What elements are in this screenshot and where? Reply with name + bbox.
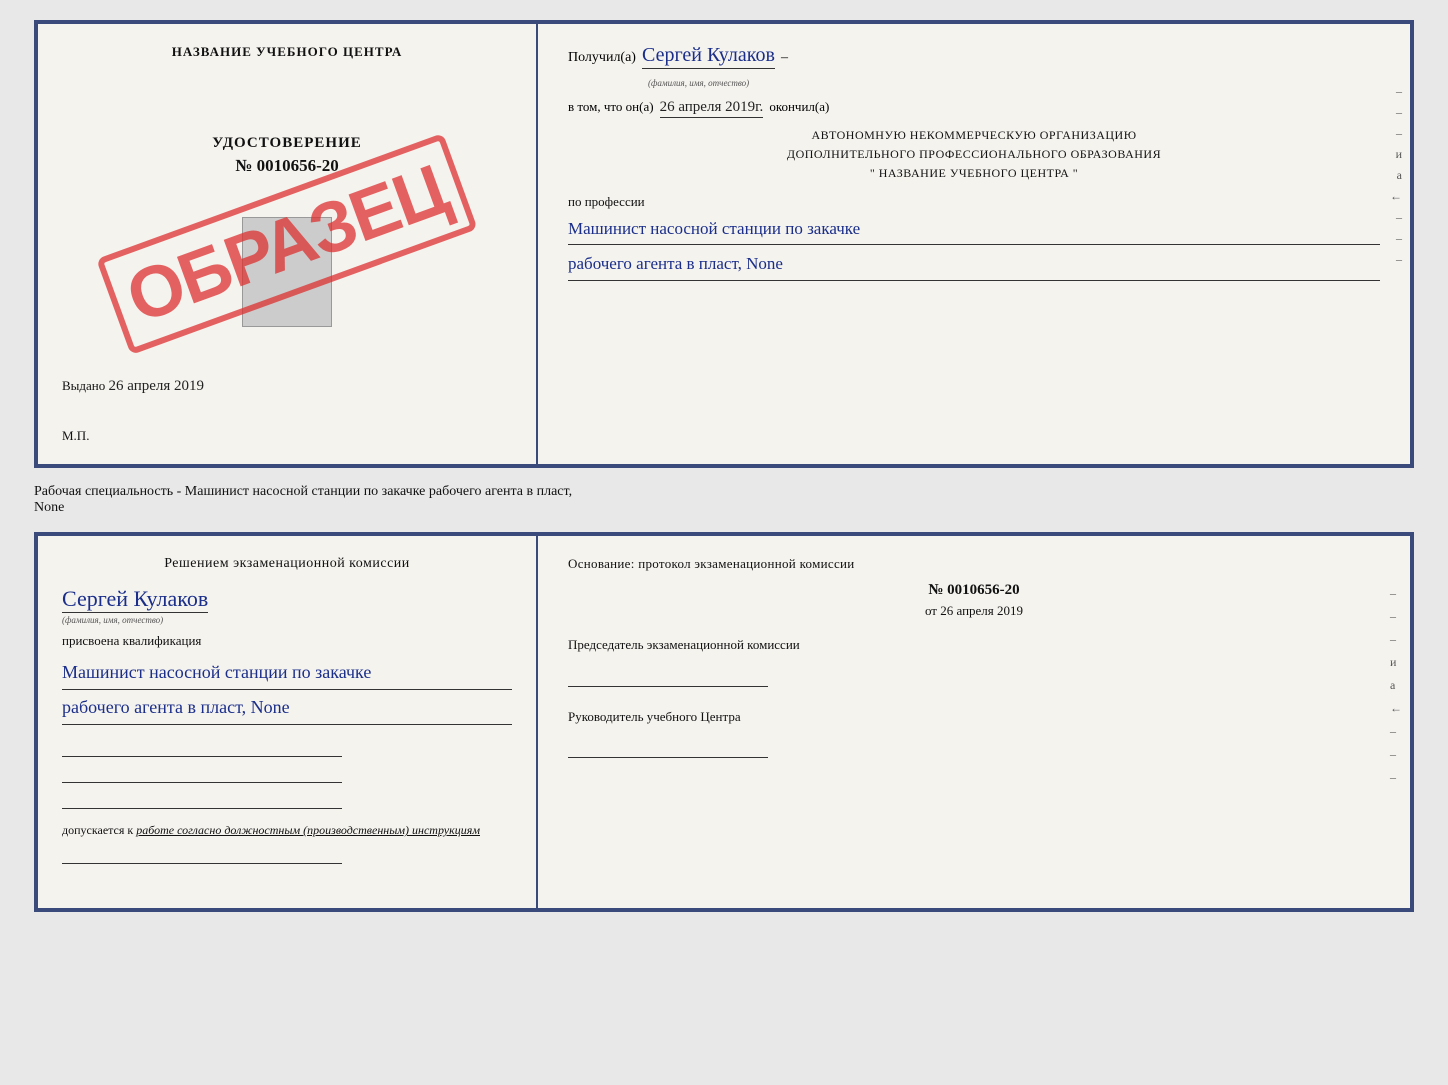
poluchil-sub: (фамилия, имя, отчество): [648, 78, 749, 88]
protokol-date: от 26 апреля 2019: [568, 603, 1380, 619]
org-line2: ДОПОЛНИТЕЛЬНОГО ПРОФЕССИОНАЛЬНОГО ОБРАЗО…: [568, 145, 1380, 164]
b-dash-r4: –: [1390, 724, 1402, 739]
dash-r4: –: [1396, 210, 1402, 225]
po-professii: по профессии: [568, 194, 1380, 210]
top-doc-right: – – – и а ← – – – Получил(а) Сергей Кула…: [538, 24, 1410, 464]
kvalif-hand-2: рабочего агента в пласт, None: [62, 690, 512, 725]
vtom-date: 26 апреля 2019г.: [660, 99, 764, 118]
b-dash-r-a: а: [1390, 678, 1402, 693]
b-dash-r5: –: [1390, 747, 1402, 762]
dash-r2: –: [1396, 105, 1402, 120]
dopusk-label: допускается к: [62, 823, 133, 837]
right-dashes: – – – и а ← – – –: [1390, 84, 1402, 267]
b-dash-r6: –: [1390, 770, 1402, 785]
protokol-num: № 0010656-20: [568, 582, 1380, 599]
prisvoyena: присвоена квалификация: [62, 633, 512, 649]
b-dash-r3: –: [1390, 632, 1402, 647]
predsedatel-label: Председатель экзаменационной комиссии: [568, 635, 1380, 655]
vydano-line: Выдано 26 апреля 2019: [62, 378, 512, 395]
osnovanie: Основание: протокол экзаменационной коми…: [568, 556, 1380, 572]
b-dash-r-arr: ←: [1390, 701, 1402, 716]
dash-r-i: и: [1396, 147, 1402, 162]
bottom-doc-left: Решением экзаменационной комиссии Сергей…: [38, 536, 538, 908]
dash-r6: –: [1396, 252, 1402, 267]
rukovoditel-label: Руководитель учебного Центра: [568, 707, 1380, 727]
dash-r3: –: [1396, 126, 1402, 141]
dash-r5: –: [1396, 231, 1402, 246]
org-block: АВТОНОМНУЮ НЕКОММЕРЧЕСКУЮ ОРГАНИЗАЦИЮ ДО…: [568, 126, 1380, 184]
profession-hand-2: рабочего агента в пласт, None: [568, 249, 1380, 281]
okonchil-label: окончил(а): [769, 99, 829, 115]
org-line1: АВТОНОМНУЮ НЕКОММЕРЧЕСКУЮ ОРГАНИЗАЦИЮ: [568, 126, 1380, 145]
bottom-right-dashes: – – – и а ← – – –: [1390, 586, 1402, 785]
udostoverenie-num: № 0010656-20: [62, 156, 512, 176]
poluchil-line: Получил(а) Сергей Кулаков –: [568, 44, 1380, 69]
udostoverenie-block: УДОСТОВЕРЕНИЕ № 0010656-20: [62, 135, 512, 176]
protokol-ot: от: [925, 603, 937, 618]
b-dash-r2: –: [1390, 609, 1402, 624]
dopusk-italic: работе согласно должностным (производств…: [136, 823, 480, 837]
vtom-label: в том, что он(а): [568, 99, 654, 115]
photo-placeholder: [242, 217, 332, 327]
middle-line2: None: [34, 500, 1414, 516]
predsedatel: Председатель экзаменационной комиссии: [568, 635, 1380, 687]
b-dash-r-i: и: [1390, 655, 1402, 670]
middle-text: Рабочая специальность - Машинист насосно…: [34, 480, 1414, 520]
profession-hand-1: Машинист насосной станции по закачке: [568, 214, 1380, 246]
poluchil-label: Получил(а): [568, 50, 636, 66]
top-document: НАЗВАНИЕ УЧЕБНОГО ЦЕНТРА ОБРАЗЕЦ УДОСТОВ…: [34, 20, 1414, 468]
bottom-fio-sub: (фамилия, имя, отчество): [62, 615, 512, 625]
rukovoditel: Руководитель учебного Центра: [568, 707, 1380, 759]
bottom-doc-right: – – – и а ← – – – Основание: протокол эк…: [538, 536, 1410, 908]
resheniem: Решением экзаменационной комиссии: [62, 556, 512, 572]
dash-r-arr: ←: [1390, 189, 1402, 204]
dash-r-a: а: [1397, 168, 1402, 183]
dash-after-name: –: [781, 50, 788, 66]
vtom-line: в том, что он(а) 26 апреля 2019г. окончи…: [568, 99, 1380, 118]
vydano-date: 26 апреля 2019: [109, 378, 205, 394]
top-doc-left: НАЗВАНИЕ УЧЕБНОГО ЦЕНТРА ОБРАЗЕЦ УДОСТОВ…: [38, 24, 538, 464]
middle-line1: Рабочая специальность - Машинист насосно…: [34, 484, 1414, 500]
bottom-name-hand: Сергей Кулаков: [62, 586, 208, 613]
org-line3: " НАЗВАНИЕ УЧЕБНОГО ЦЕНТРА ": [568, 164, 1380, 183]
kvalif-hand-1: Машинист насосной станции по закачке: [62, 655, 512, 690]
protokol-date-val: 26 апреля 2019: [940, 603, 1023, 618]
poluchil-name: Сергей Кулаков: [642, 44, 775, 69]
udostoverenie-title: УДОСТОВЕРЕНИЕ: [62, 135, 512, 152]
mp-line: М.П.: [62, 428, 512, 444]
b-dash-r1: –: [1390, 586, 1402, 601]
dopuskaetsya: допускается к работе согласно должностны…: [62, 823, 512, 838]
dash-r1: –: [1396, 84, 1402, 99]
vydano-label: Выдано: [62, 378, 105, 393]
center-title-top: НАЗВАНИЕ УЧЕБНОГО ЦЕНТРА: [62, 44, 512, 60]
bottom-document: Решением экзаменационной комиссии Сергей…: [34, 532, 1414, 912]
